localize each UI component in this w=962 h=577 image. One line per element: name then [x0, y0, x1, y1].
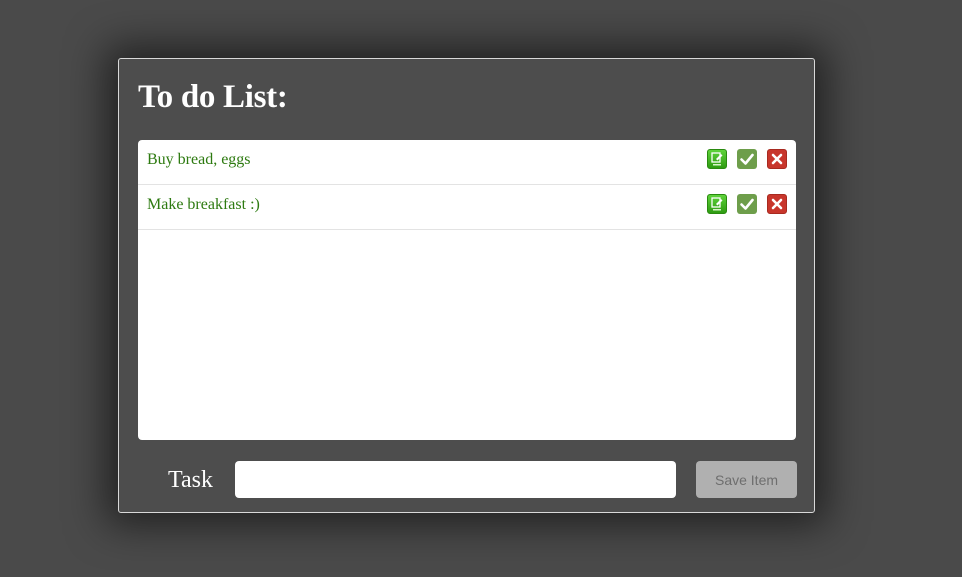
list-item: Buy bread, eggs	[138, 140, 796, 185]
complete-button[interactable]	[737, 194, 757, 214]
list-item-label: Buy bread, eggs	[147, 151, 251, 168]
edit-button[interactable]	[707, 149, 727, 169]
delete-button[interactable]	[767, 149, 787, 169]
edit-button[interactable]	[707, 194, 727, 214]
task-input[interactable]	[235, 461, 676, 498]
todo-list: Buy bread, eggs Make breakfast:)	[138, 140, 796, 440]
todo-panel: To do List: Buy bread, eggs Make breakfa…	[118, 58, 815, 513]
delete-button[interactable]	[767, 194, 787, 214]
list-item: Make breakfast :)	[138, 185, 796, 230]
close-icon	[771, 198, 783, 210]
save-item-button[interactable]: Save Item	[696, 461, 797, 498]
close-icon	[771, 153, 783, 165]
edit-icon	[711, 152, 723, 166]
check-icon	[740, 153, 754, 165]
task-label: Task	[168, 467, 213, 493]
check-icon	[740, 198, 754, 210]
complete-button[interactable]	[737, 149, 757, 169]
edit-icon	[711, 197, 723, 211]
list-item-label: Make breakfast :)	[147, 196, 260, 213]
list-item-actions	[707, 194, 787, 214]
page-title: To do List:	[138, 79, 288, 115]
list-item-actions	[707, 149, 787, 169]
